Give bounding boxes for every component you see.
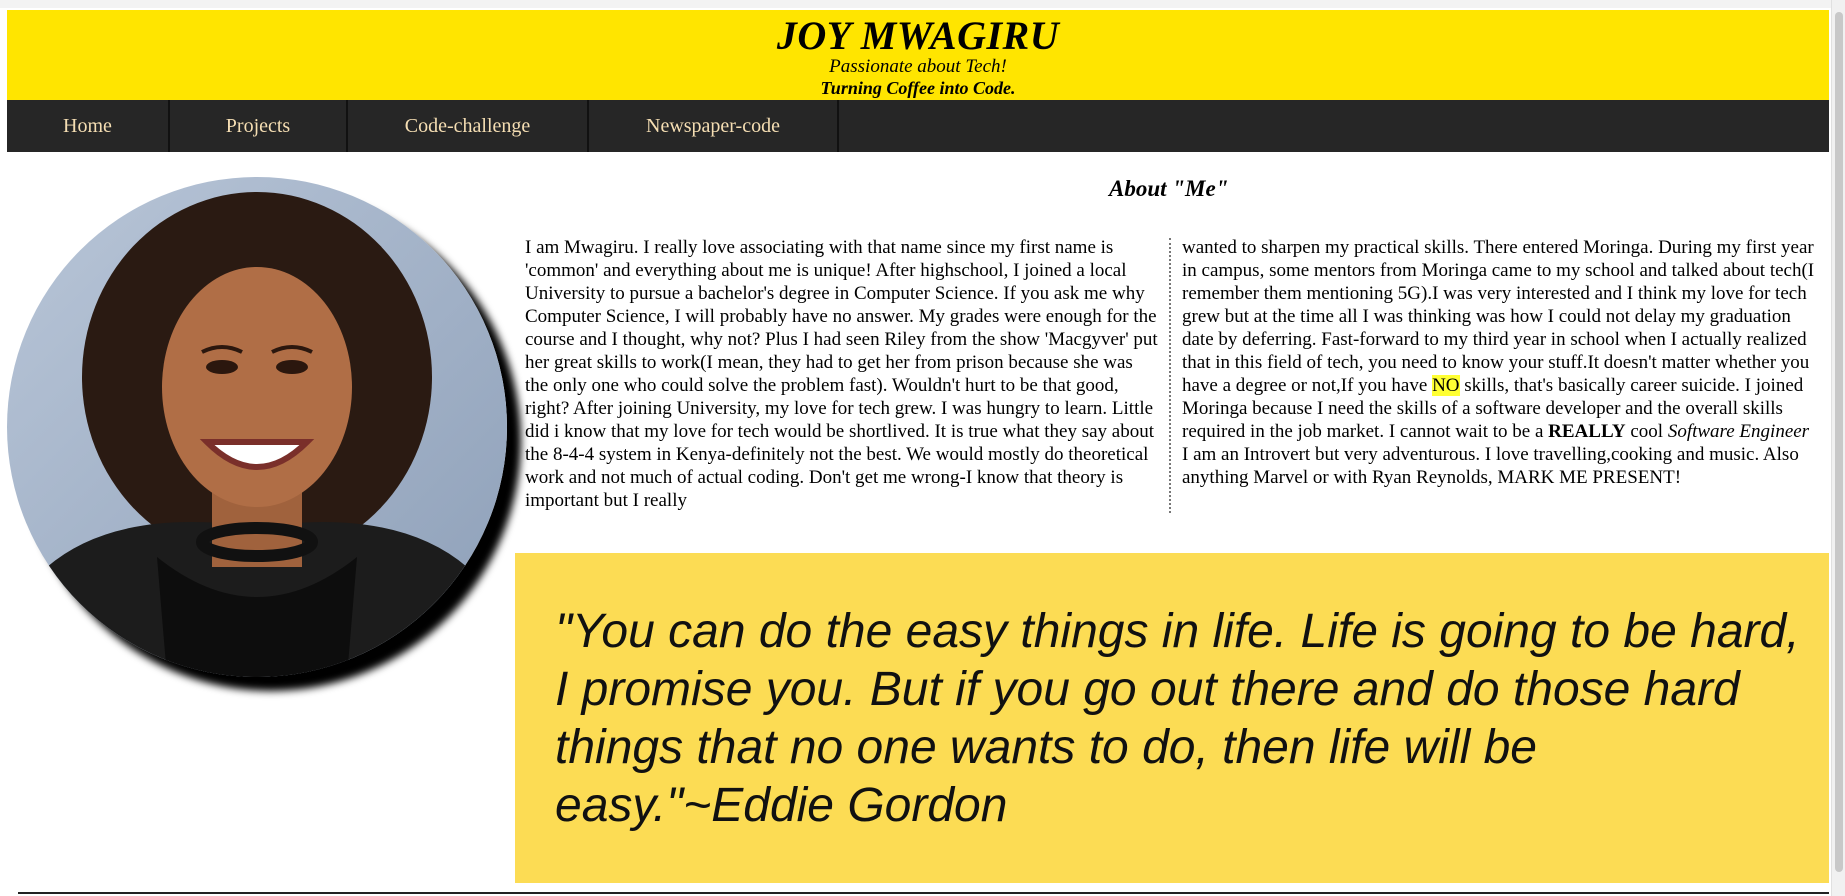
about-heading: About "Me" [1109,176,1229,201]
site-title: JOY MWAGIRU [776,13,1060,58]
about-text-part: I am an Introvert but very adventurous. … [1182,444,1799,488]
about-text-column-1: I am Mwagiru. I really love associating … [525,237,1158,511]
scrollbar-thumb[interactable] [1835,12,1843,872]
nav-projects-link[interactable]: Projects [170,100,348,152]
column-divider [1169,238,1171,513]
tagline-primary: Passionate about Tech! [829,56,1007,77]
italic-software-engineer: Software Engineer [1667,421,1810,442]
nav-home-link[interactable]: Home [7,100,170,152]
nav-newspaper-code-link[interactable]: Newspaper-code [589,100,839,152]
quote-text: "You can do the easy things in life. Lif… [555,605,1800,832]
bottom-rule [18,892,1829,894]
about-text-part: cool [1625,421,1668,442]
page-top-border [0,0,1845,8]
about-text-part: wanted to sharpen my practical skills. T… [1182,237,1815,396]
tagline-secondary: Turning Coffee into Code. [820,78,1016,98]
nav-code-challenge-link[interactable]: Code-challenge [348,100,589,152]
about-text-column-2: wanted to sharpen my practical skills. T… [1182,236,1822,489]
main-nav: Home Projects Code-challenge Newspaper-c… [7,100,1829,152]
page-scrollbar[interactable] [1831,0,1845,896]
profile-photo [7,177,507,677]
bold-really: REALLY [1548,421,1626,442]
quote-box: "You can do the easy things in life. Lif… [515,553,1829,883]
highlighted-no: NO [1432,375,1460,396]
site-header: JOY MWAGIRU Passionate about Tech! Turni… [7,10,1829,100]
